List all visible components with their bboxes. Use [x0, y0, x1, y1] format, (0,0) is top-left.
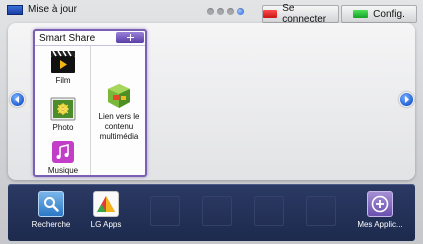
- film-icon: [51, 50, 75, 73]
- update-icon: [7, 4, 23, 15]
- music-label: Musique: [47, 166, 79, 175]
- smart-share-add-button[interactable]: [116, 32, 144, 43]
- plus-icon: [126, 34, 134, 41]
- search-app[interactable]: Recherche: [27, 191, 75, 229]
- config-button-label: Config.: [373, 8, 405, 20]
- red-key-icon: [263, 10, 278, 18]
- search-icon: [44, 197, 59, 212]
- music-icon: [52, 141, 74, 163]
- search-app-tile: [38, 191, 64, 217]
- chevron-left-icon: [15, 96, 19, 103]
- film-item[interactable]: Film: [45, 50, 81, 85]
- photo-label: Photo: [52, 123, 74, 132]
- smart-share-title: Smart Share: [39, 33, 96, 44]
- card-column-divider: [90, 46, 91, 175]
- page-dot[interactable]: [207, 8, 214, 15]
- page-indicator: [207, 8, 244, 15]
- empty-app-slot[interactable]: [150, 196, 180, 226]
- my-apps-label: Mes Applic...: [357, 220, 403, 229]
- lg-apps-icon: [97, 196, 115, 212]
- media-link-label: Lien vers le contenu multimédia: [98, 112, 140, 141]
- connect-button[interactable]: Se connecter: [262, 3, 339, 25]
- lg-apps-tile: [93, 191, 119, 217]
- add-app-icon: [371, 195, 389, 213]
- empty-app-slot[interactable]: [306, 196, 336, 226]
- film-label: Film: [55, 76, 71, 85]
- previous-page-button[interactable]: [10, 92, 25, 107]
- connect-button-label: Se connecter: [282, 3, 327, 25]
- smart-share-card[interactable]: Smart Share Film Photo Musique Lien vers…: [33, 29, 147, 177]
- empty-app-slot[interactable]: [254, 196, 284, 226]
- photo-icon: [50, 97, 76, 121]
- page-dot[interactable]: [227, 8, 234, 15]
- empty-app-slot[interactable]: [202, 196, 232, 226]
- lg-apps-label: LG Apps: [90, 220, 122, 229]
- media-link-item[interactable]: Lien vers le contenu multimédia: [93, 83, 145, 142]
- green-key-icon: [353, 10, 369, 18]
- photo-item[interactable]: Photo: [45, 97, 81, 132]
- chevron-right-icon: [405, 96, 409, 103]
- app-dock: Recherche LG Apps Mes Applic...: [8, 184, 415, 241]
- my-apps-app[interactable]: Mes Applic...: [356, 191, 404, 229]
- music-item[interactable]: Musique: [45, 140, 81, 175]
- page-dot[interactable]: [217, 8, 224, 15]
- update-indicator[interactable]: Mise à jour: [7, 4, 77, 15]
- next-page-button[interactable]: [399, 92, 414, 107]
- config-button[interactable]: Config.: [341, 5, 417, 23]
- update-label: Mise à jour: [28, 4, 77, 15]
- page-dot-active[interactable]: [237, 8, 244, 15]
- lg-apps-app[interactable]: LG Apps: [82, 191, 130, 229]
- media-link-icon: [108, 84, 130, 108]
- my-apps-tile: [367, 191, 393, 217]
- search-app-label: Recherche: [31, 220, 71, 229]
